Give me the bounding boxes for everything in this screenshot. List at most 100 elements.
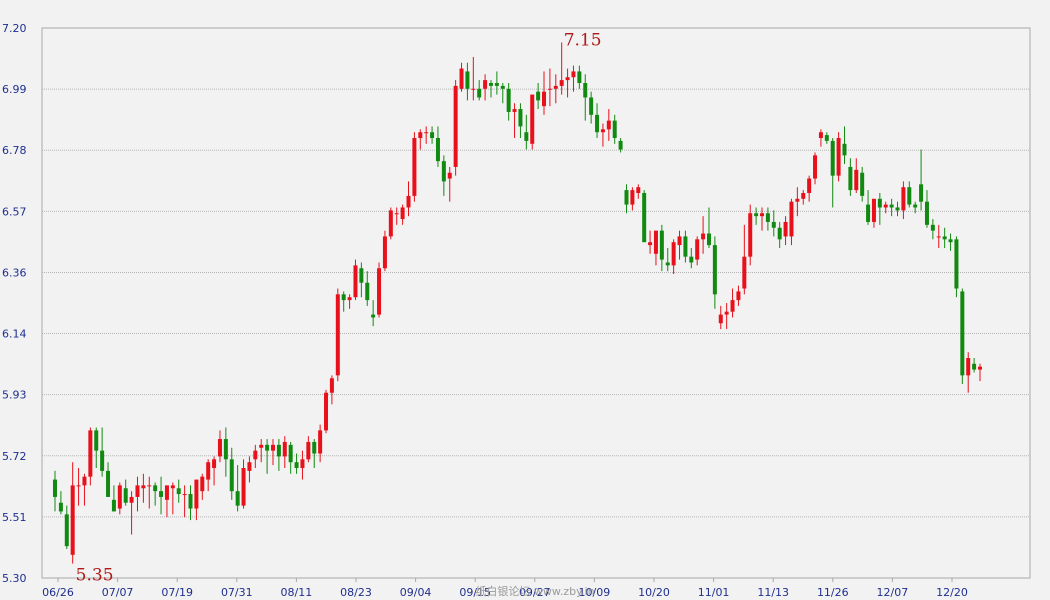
x-tick-label: 08/11 — [281, 586, 313, 599]
candlestick-chart: 7.20 6.99 6.78 6.57 6.36 6.14 5.93 5.72 5.51 5.30… — [0, 0, 1050, 600]
candle-body — [801, 193, 806, 199]
candle-body — [70, 485, 75, 555]
candle-body — [930, 224, 935, 231]
candle-body — [559, 80, 564, 86]
candle-body — [418, 132, 423, 138]
y-tick-label: 6.57 — [2, 205, 27, 218]
x-tick-label: 07/31 — [221, 586, 253, 599]
candle-body — [848, 166, 853, 191]
candle-body — [353, 265, 358, 298]
candle-body — [206, 462, 211, 480]
y-tick-label: 5.51 — [2, 511, 27, 524]
candle-body — [194, 479, 199, 509]
candle-body — [524, 132, 529, 141]
candle-body — [335, 294, 340, 376]
candle-body — [860, 172, 865, 196]
candle-body — [919, 184, 924, 202]
candle-body — [565, 77, 570, 81]
candle-body — [907, 187, 912, 205]
candle-body — [830, 140, 835, 176]
candle-body — [294, 462, 299, 468]
candle-body — [636, 187, 641, 193]
candle-body — [583, 83, 588, 98]
candle-body — [76, 485, 81, 487]
candle-body — [789, 201, 794, 237]
y-axis-ticks: 7.20 6.99 6.78 6.57 6.36 6.14 5.93 5.72 5.51 5.30 — [2, 22, 27, 585]
candle-body — [813, 155, 818, 179]
candle-body — [324, 392, 329, 431]
candle-body — [824, 135, 829, 141]
candle-body — [754, 213, 759, 217]
candle-body — [936, 236, 941, 238]
candle-body — [494, 83, 499, 86]
max-annotation: 7.15 — [564, 30, 602, 50]
candle-body — [459, 68, 464, 89]
x-tick-label: 07/07 — [102, 586, 134, 599]
candle-body — [106, 470, 111, 497]
candle-body — [229, 459, 234, 492]
candle-body — [88, 430, 93, 477]
candle-body — [748, 213, 753, 257]
candle-body — [465, 71, 470, 89]
candle-body — [671, 242, 676, 266]
candle-body — [82, 476, 87, 486]
candle-body — [871, 198, 876, 222]
candle-body — [783, 221, 788, 237]
candle-body — [371, 314, 376, 318]
x-tick-label: 11/26 — [817, 586, 849, 599]
candle-body — [730, 300, 735, 312]
candle-body — [306, 441, 311, 460]
candle-body — [117, 485, 122, 509]
candle-body — [377, 268, 382, 315]
candle-body — [147, 485, 152, 487]
candle-body — [241, 468, 246, 506]
candle-body — [818, 132, 823, 138]
candle-body — [648, 242, 653, 246]
candle-body — [612, 120, 617, 138]
candle-body — [913, 204, 918, 208]
y-tick-label: 6.99 — [2, 83, 27, 96]
candle-body — [447, 172, 452, 179]
candle-body — [577, 71, 582, 83]
candle-body — [948, 239, 953, 243]
candle-body — [606, 120, 611, 130]
candle-body — [795, 198, 800, 202]
candle-body — [706, 233, 711, 246]
x-tick-label: 12/07 — [877, 586, 909, 599]
candle-body — [406, 195, 411, 208]
x-tick-label: 09/04 — [400, 586, 432, 599]
candle-body — [736, 291, 741, 301]
candle-body — [506, 88, 511, 112]
candle-body — [659, 230, 664, 260]
candle-body — [966, 358, 971, 376]
candle-body — [600, 129, 605, 133]
x-tick-label: 06/26 — [42, 586, 74, 599]
candle-body — [624, 190, 629, 205]
candle-body — [64, 514, 69, 547]
candle-body — [111, 499, 116, 512]
candle-body — [500, 85, 505, 89]
candle-body — [883, 204, 888, 208]
candle-body — [394, 213, 399, 215]
candle-body — [94, 430, 99, 451]
y-tick-label: 6.36 — [2, 266, 27, 279]
candle-body — [854, 169, 859, 191]
candle-body — [300, 459, 305, 468]
candle-body — [677, 236, 682, 246]
candle-body — [123, 488, 128, 503]
candle-body — [135, 485, 140, 497]
candle-body — [630, 190, 635, 205]
candle-body — [771, 221, 776, 228]
candle-body — [212, 459, 217, 468]
candle-body — [176, 488, 181, 495]
candle-body — [288, 444, 293, 463]
candle-body — [365, 282, 370, 301]
candle-body — [683, 236, 688, 257]
candle-body — [742, 256, 747, 289]
candle-body — [553, 85, 558, 89]
x-tick-label: 11/01 — [698, 586, 730, 599]
y-tick-label: 6.14 — [2, 328, 27, 341]
candle-body — [836, 138, 841, 176]
candle-body — [807, 178, 812, 193]
candle-body — [259, 444, 264, 448]
